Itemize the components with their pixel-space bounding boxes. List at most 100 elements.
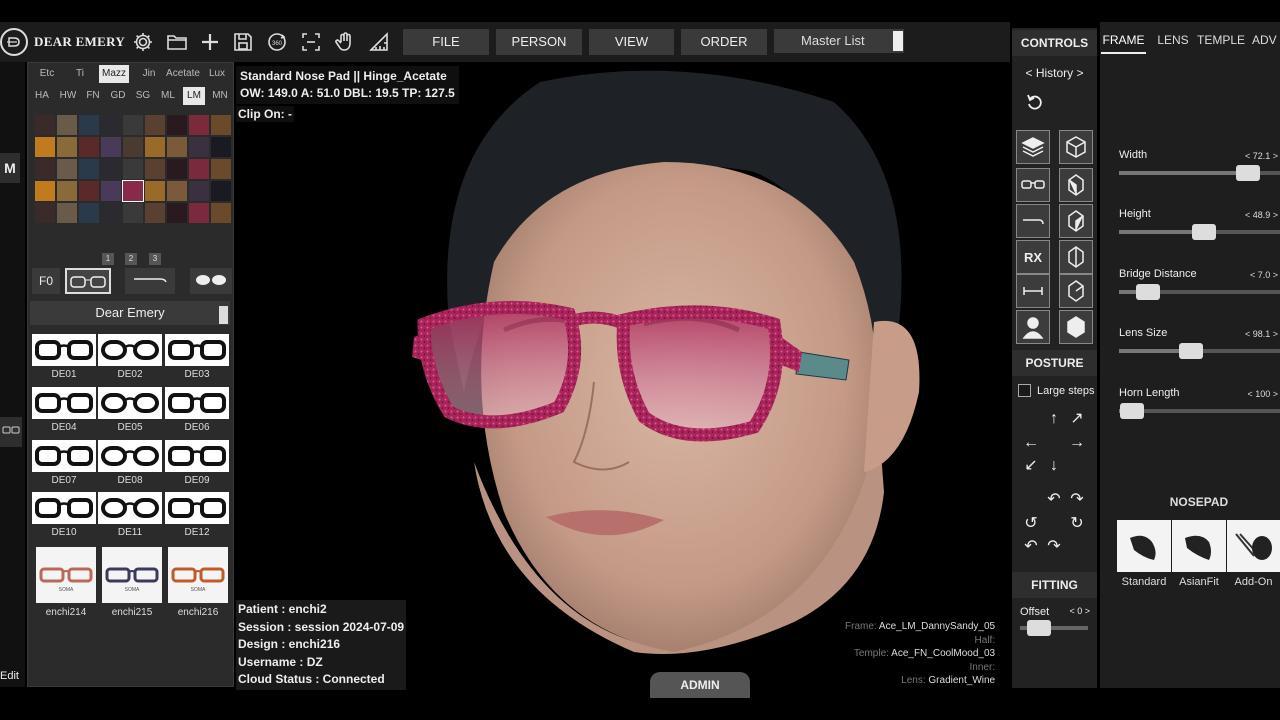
material-swatch[interactable] <box>167 159 187 179</box>
collection-scroll-handle[interactable] <box>219 306 228 324</box>
frame-catalog-item[interactable]: DE05 <box>98 387 162 435</box>
saved-design-item[interactable]: SOMA enchi216 <box>168 547 228 619</box>
swatch-page-2[interactable]: 2 <box>125 253 137 265</box>
material-swatch[interactable] <box>57 159 77 179</box>
swatch-page-3[interactable]: 3 <box>149 253 161 265</box>
rotate-yaw-left-icon[interactable]: ↶ <box>1043 489 1065 511</box>
frame-catalog-item[interactable]: DE01 <box>32 334 96 382</box>
tab-frame[interactable]: FRAME <box>1101 26 1146 54</box>
material-tab-acetate[interactable]: Acetate <box>164 65 202 83</box>
collection-title[interactable]: Dear Emery <box>30 301 230 325</box>
subtab-lm[interactable]: LM <box>183 87 205 105</box>
material-swatch[interactable] <box>79 137 99 157</box>
order-menu-button[interactable]: ORDER <box>681 29 767 55</box>
material-swatch[interactable] <box>211 159 231 179</box>
ruler-icon[interactable] <box>367 30 391 54</box>
material-swatch[interactable] <box>79 159 99 179</box>
frame-catalog-item[interactable]: DE11 <box>98 492 162 540</box>
master-list-scroll-handle[interactable] <box>893 31 903 51</box>
material-swatch[interactable] <box>57 115 77 135</box>
frame-catalog-item[interactable]: DE07 <box>32 440 96 488</box>
material-swatch[interactable] <box>79 181 99 201</box>
material-swatch[interactable] <box>57 203 77 223</box>
temple-type-button[interactable] <box>125 268 175 294</box>
material-swatch[interactable] <box>167 137 187 157</box>
tab-lens[interactable]: LENS <box>1151 26 1195 54</box>
edit-label[interactable]: Edit <box>0 670 19 682</box>
view-cube-side-button[interactable] <box>1059 274 1093 308</box>
view-cube-top-button[interactable] <box>1059 240 1093 274</box>
move-right-icon[interactable]: → <box>1066 432 1088 454</box>
large-steps-checkbox-box[interactable] <box>1018 384 1031 397</box>
material-swatch[interactable] <box>167 181 187 201</box>
rotate-yaw-right-icon[interactable]: ↷ <box>1066 489 1088 511</box>
material-swatch[interactable] <box>35 203 55 223</box>
slider-knob[interactable] <box>1236 165 1260 181</box>
subtab-gd[interactable]: GD <box>106 87 130 105</box>
subtab-sg[interactable]: SG <box>131 87 155 105</box>
material-tab-mazz[interactable]: Mazz <box>99 65 129 83</box>
material-swatch[interactable] <box>101 181 121 201</box>
view-menu-button[interactable]: VIEW <box>589 29 674 55</box>
slider-knob[interactable] <box>1120 403 1144 419</box>
saved-design-item[interactable]: SOMA enchi214 <box>36 547 96 619</box>
move-down-icon[interactable]: ↓ <box>1043 455 1065 477</box>
material-swatch[interactable] <box>189 115 209 135</box>
collapsed-glasses-button[interactable] <box>0 417 22 447</box>
material-swatch[interactable] <box>145 181 165 201</box>
material-swatch[interactable] <box>189 203 209 223</box>
slider-track[interactable] <box>1119 403 1280 419</box>
material-tab-etc[interactable]: Etc <box>31 65 63 83</box>
slider-track[interactable] <box>1119 165 1280 181</box>
slider-knob[interactable] <box>1192 224 1216 240</box>
material-swatch[interactable] <box>145 115 165 135</box>
material-swatch[interactable] <box>211 137 231 157</box>
material-swatch[interactable] <box>122 180 144 202</box>
frame-catalog-item[interactable]: DE08 <box>98 440 162 488</box>
frame-view-button[interactable] <box>1016 168 1050 202</box>
material-tab-jin[interactable]: Jin <box>134 65 164 83</box>
saved-design-item[interactable]: SOMA enchi215 <box>102 547 162 619</box>
rotate-360-icon[interactable]: 360 <box>265 30 289 54</box>
undo-icon[interactable] <box>1025 92 1045 112</box>
tab-adv[interactable]: ADV <box>1252 26 1280 54</box>
large-steps-checkbox[interactable]: Large steps <box>1018 384 1094 397</box>
folder-icon[interactable] <box>165 30 189 54</box>
slider-track[interactable] <box>1119 343 1280 359</box>
nosepad-asianfit[interactable]: AsianFit <box>1172 520 1226 588</box>
move-up-icon[interactable]: ↑ <box>1043 408 1065 430</box>
tab-temple[interactable]: TEMPLE <box>1197 26 1245 54</box>
material-swatch[interactable] <box>189 137 209 157</box>
layers-button[interactable] <box>1016 130 1050 164</box>
view-cube-front-button[interactable] <box>1059 130 1093 164</box>
rotate-roll-left-icon[interactable]: ↶ <box>1020 536 1042 558</box>
capture-frame-icon[interactable] <box>299 30 323 54</box>
rx-button[interactable]: RX <box>1016 240 1050 274</box>
subtab-fn[interactable]: FN <box>81 87 105 105</box>
gear-icon[interactable] <box>131 30 155 54</box>
subtab-ml[interactable]: ML <box>156 87 180 105</box>
nosepad-addon[interactable]: Add-On <box>1227 520 1280 588</box>
material-swatch[interactable] <box>211 115 231 135</box>
material-swatch[interactable] <box>189 181 209 201</box>
move-down-left-icon[interactable]: ↙ <box>1020 455 1042 477</box>
slider-knob[interactable] <box>1179 343 1203 359</box>
offset-slider-knob[interactable] <box>1027 620 1051 636</box>
collapsed-panel-m-button[interactable]: M <box>0 153 20 183</box>
file-menu-button[interactable]: FILE <box>403 29 489 55</box>
material-swatch[interactable] <box>35 181 55 201</box>
subtab-ha[interactable]: HA <box>30 87 54 105</box>
material-swatch[interactable] <box>211 181 231 201</box>
frame-catalog-item[interactable]: DE04 <box>32 387 96 435</box>
frame-catalog-item[interactable]: DE10 <box>32 492 96 540</box>
view-cube-right-button[interactable] <box>1059 204 1093 238</box>
f0-type-button[interactable]: F0 <box>32 268 60 294</box>
slider-track[interactable] <box>1119 284 1280 300</box>
3d-viewport[interactable] <box>234 62 1010 688</box>
frame-catalog-item[interactable]: DE02 <box>98 334 162 382</box>
material-swatch[interactable] <box>79 203 99 223</box>
view-cube-solid-button[interactable] <box>1059 310 1093 344</box>
person-view-button[interactable] <box>1016 310 1050 344</box>
subtab-mn[interactable]: MN <box>208 87 232 105</box>
temple-view-button[interactable] <box>1016 204 1050 238</box>
